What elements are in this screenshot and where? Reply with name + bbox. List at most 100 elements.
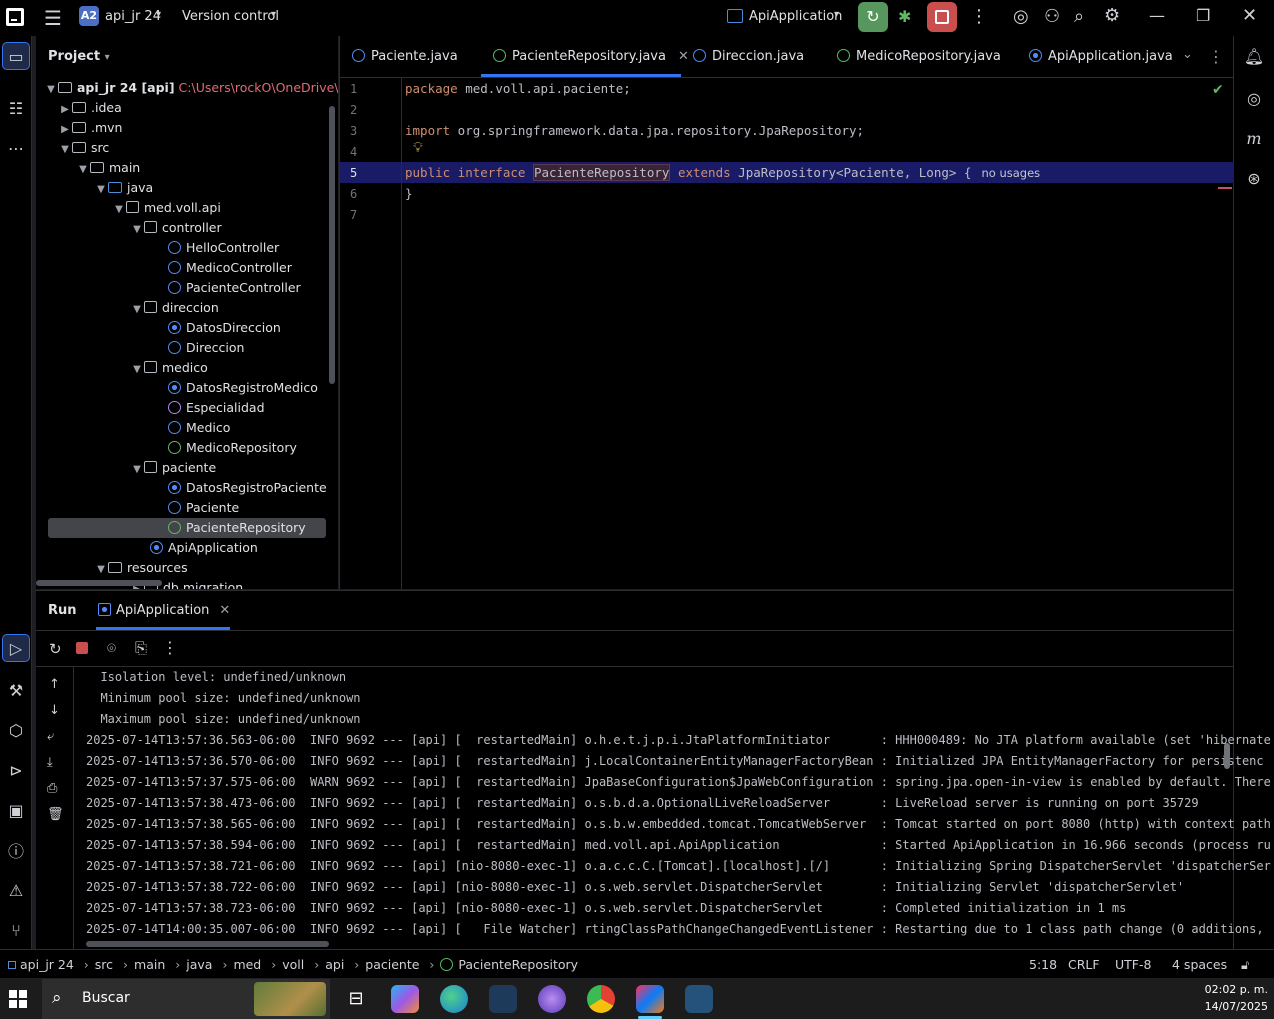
- breadcrumb-item[interactable]: voll: [282, 957, 304, 972]
- mysql-workbench-icon[interactable]: [489, 985, 517, 1013]
- project-panel-title[interactable]: Project ▾: [48, 49, 110, 64]
- tree-item[interactable]: ▼ resources: [94, 558, 187, 578]
- tab-direccion[interactable]: Direccion.java: [693, 49, 804, 64]
- breadcrumb-item[interactable]: api: [325, 957, 344, 972]
- close-tab-icon[interactable]: ✕: [678, 49, 689, 64]
- close-tab-icon[interactable]: ✕: [219, 603, 230, 618]
- notifications-icon[interactable]: 🔔︎: [1240, 42, 1268, 70]
- problems-tool-icon[interactable]: ⓘ: [2, 836, 30, 864]
- tabs-more-icon[interactable]: ⋮: [1208, 47, 1224, 66]
- clock-time[interactable]: 02:02 p. m.: [1190, 983, 1268, 996]
- close-window-icon[interactable]: ✕: [1242, 5, 1257, 26]
- code-line[interactable]: import org.springframework.data.jpa.repo…: [405, 123, 864, 138]
- vertical-scrollbar[interactable]: [329, 106, 335, 384]
- breadcrumb-item[interactable]: main: [134, 957, 165, 972]
- tree-item[interactable]: ▼ main: [76, 158, 140, 178]
- lock-icon[interactable]: 🔓︎: [1241, 957, 1249, 973]
- breadcrumb-item[interactable]: paciente: [365, 957, 419, 972]
- print-icon[interactable]: ⎙: [47, 781, 57, 796]
- tab-paciente-repository[interactable]: PacienteRepository.java ✕: [493, 49, 689, 64]
- rerun-icon[interactable]: ↻: [49, 640, 62, 658]
- code-line-current[interactable]: public interface PacienteRepository exte…: [405, 164, 1040, 181]
- tree-item[interactable]: ▼ direccion: [130, 298, 219, 318]
- tree-item[interactable]: MedicoController: [168, 258, 292, 278]
- tab-paciente[interactable]: Paciente.java: [352, 49, 458, 64]
- no-problems-check-icon[interactable]: ✔: [1212, 82, 1224, 98]
- breadcrumb-item[interactable]: med: [233, 957, 261, 972]
- arrow-up-icon[interactable]: ↑: [49, 677, 60, 692]
- endpoints-tool-icon[interactable]: ⊳: [2, 756, 30, 784]
- tree-item[interactable]: ▼ src: [58, 138, 109, 158]
- structure-tool-icon[interactable]: ☷: [2, 94, 30, 122]
- debug-icon[interactable]: ✱: [898, 7, 911, 26]
- copilot-icon[interactable]: ⊛: [1240, 164, 1268, 192]
- services-tool-icon[interactable]: ⬡: [2, 716, 30, 744]
- indent-setting[interactable]: 4 spaces: [1172, 957, 1227, 972]
- tree-item[interactable]: PacienteController: [168, 278, 301, 298]
- settings-gear-icon[interactable]: ⚙: [1104, 5, 1120, 26]
- tree-item[interactable]: ▼ paciente: [130, 458, 216, 478]
- breadcrumb-item[interactable]: PacienteRepository: [458, 957, 578, 972]
- stop-button[interactable]: [927, 2, 957, 32]
- tabs-overflow-chevron-icon[interactable]: ⌄: [1182, 47, 1193, 62]
- edge-browser-icon[interactable]: [440, 985, 468, 1013]
- rerun-button[interactable]: ↻: [858, 2, 888, 32]
- run-tool-icon[interactable]: ▷: [2, 634, 30, 662]
- ai-chat-icon[interactable]: ◎: [1240, 84, 1268, 112]
- search-icon[interactable]: ⌕: [1074, 6, 1084, 27]
- console-hscrollbar[interactable]: [86, 941, 329, 947]
- tree-item[interactable]: MedicoRepository: [168, 438, 297, 458]
- breadcrumb-item[interactable]: api_jr 24: [20, 957, 74, 972]
- tree-item[interactable]: ▶ .idea: [58, 98, 122, 118]
- minimize-icon[interactable]: —: [1149, 6, 1165, 25]
- scroll-to-end-icon[interactable]: ⤓: [47, 755, 53, 770]
- tree-item[interactable]: Paciente: [168, 498, 239, 518]
- run-config-selector[interactable]: ApiApplication: [749, 9, 842, 24]
- ai-assistant-icon[interactable]: ◎: [1013, 6, 1029, 27]
- line-ending[interactable]: CRLF: [1068, 957, 1100, 972]
- tree-item-selected[interactable]: PacienteRepository: [168, 518, 306, 538]
- trash-icon[interactable]: 🗑︎: [47, 807, 64, 822]
- task-view-icon[interactable]: ⊟: [342, 985, 370, 1013]
- intention-bulb-icon[interactable]: 💡︎: [413, 140, 423, 156]
- code-line[interactable]: }: [405, 186, 413, 201]
- sql-app-icon[interactable]: [685, 985, 713, 1013]
- code-line[interactable]: package med.voll.api.paciente;: [405, 81, 631, 96]
- camera-icon[interactable]: ⌾: [107, 639, 116, 657]
- tab-api-application[interactable]: ApiApplication.java: [1029, 49, 1173, 64]
- tab-run-api-application[interactable]: ApiApplication ✕: [98, 603, 230, 618]
- chrome-browser-icon[interactable]: [587, 985, 615, 1013]
- tree-item[interactable]: DatosRegistroMedico: [168, 378, 318, 398]
- tree-item[interactable]: ▼ java: [94, 178, 153, 198]
- tree-item[interactable]: DatosRegistroPaciente: [168, 478, 327, 498]
- tree-item[interactable]: ▼ controller: [130, 218, 222, 238]
- windows-start-icon[interactable]: [9, 990, 27, 1008]
- browser-app-icon[interactable]: [538, 985, 566, 1013]
- breadcrumb-item[interactable]: src: [95, 957, 113, 972]
- stop-icon[interactable]: [76, 642, 88, 654]
- more-tools-icon[interactable]: ⋯: [2, 134, 30, 162]
- terminal-tool-icon[interactable]: ▣: [2, 796, 30, 824]
- project-selector[interactable]: api_jr 24: [105, 9, 161, 24]
- tree-item[interactable]: HelloController: [168, 238, 279, 258]
- build-tool-icon[interactable]: ⚒: [2, 676, 30, 704]
- more-actions-icon[interactable]: ⋮: [970, 6, 988, 27]
- soft-wrap-icon[interactable]: ⤶: [47, 729, 54, 744]
- tree-item[interactable]: ApiApplication: [150, 538, 258, 558]
- tree-item[interactable]: Direccion: [168, 338, 244, 358]
- horizontal-scrollbar[interactable]: [36, 580, 162, 586]
- copilot-app-icon[interactable]: [391, 985, 419, 1013]
- more-actions-icon[interactable]: ⋮: [162, 638, 178, 657]
- exit-icon[interactable]: ⎘: [135, 639, 147, 657]
- tree-item[interactable]: ▼ med.voll.api: [112, 198, 221, 218]
- tree-item[interactable]: Medico: [168, 418, 230, 438]
- warning-tool-icon[interactable]: ⚠: [2, 876, 30, 904]
- restore-icon[interactable]: ❐: [1196, 6, 1210, 25]
- intellij-app-icon[interactable]: [636, 985, 664, 1013]
- tree-root[interactable]: ▼ api_jr 24 [api] C:\Users\rockO\OneDrive…: [44, 78, 338, 98]
- tree-item[interactable]: DatosDireccion: [168, 318, 281, 338]
- tree-item[interactable]: Especialidad: [168, 398, 265, 418]
- tree-item[interactable]: ▶ .mvn: [58, 118, 122, 138]
- caret-position[interactable]: 5:18: [1029, 957, 1057, 972]
- clock-date[interactable]: 14/07/2025: [1190, 1000, 1268, 1013]
